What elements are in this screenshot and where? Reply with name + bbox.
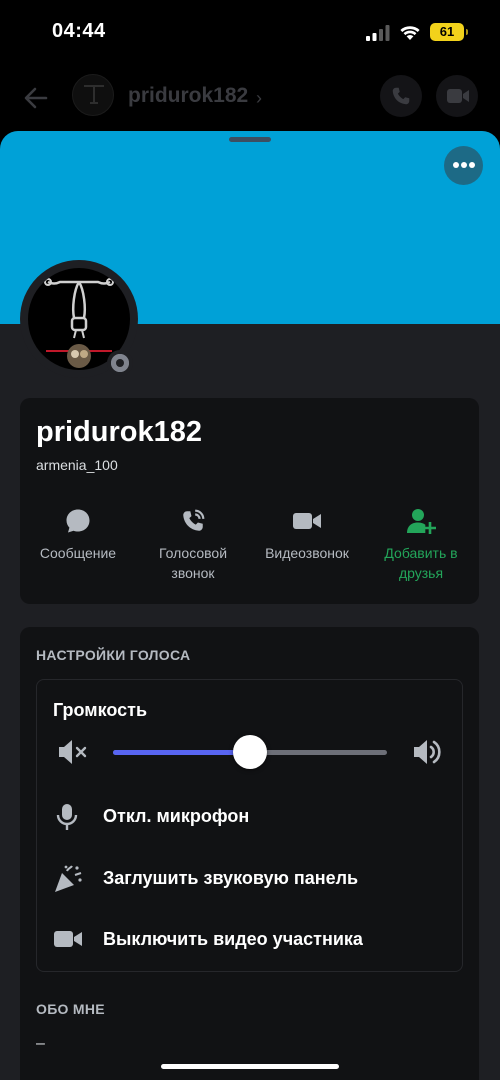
voice-settings-panel: Громкость Откл. микрофон Заглушить звуко…	[36, 679, 463, 972]
back-arrow-icon[interactable]	[22, 84, 50, 112]
more-dots-icon	[453, 162, 459, 168]
party-popper-icon	[55, 865, 82, 892]
volume-label: Громкость	[53, 700, 148, 720]
about-me-text: –	[36, 1035, 45, 1052]
mute-soundboard-label: Заглушить звуковую панель	[103, 868, 359, 888]
header-video-button[interactable]	[436, 75, 478, 117]
profile-actions: Сообщение Голосовой звонок Видеозвонок Д…	[20, 508, 479, 588]
sheet-grabber[interactable]	[229, 137, 271, 142]
chat-bubble-icon	[66, 509, 90, 533]
voice-call-label: Голосовой звонок	[158, 545, 228, 581]
username: armenia_100	[36, 457, 118, 473]
wifi-icon	[400, 26, 420, 40]
microphone-icon	[56, 804, 78, 830]
more-options-button[interactable]	[444, 146, 483, 185]
volume-slider[interactable]	[113, 735, 387, 769]
mute-microphone-label: Откл. микрофон	[103, 806, 250, 826]
video-call-button[interactable]: Видеозвонок	[250, 508, 364, 563]
battery-indicator: 61	[430, 23, 468, 41]
message-label: Сообщение	[39, 545, 117, 561]
phone-call-icon	[183, 509, 205, 531]
header-call-button[interactable]	[380, 75, 422, 117]
disable-video-option[interactable]: Выключить видео участника	[37, 920, 462, 960]
voice-settings-card: НАСТРОЙКИ ГОЛОСА Громкость Откл. микрофо…	[20, 627, 479, 1080]
display-name: pridurok182	[36, 416, 202, 448]
disable-video-label: Выключить видео участника	[103, 929, 363, 949]
mute-microphone-option[interactable]: Откл. микрофон	[37, 797, 462, 837]
volume-slider-thumb[interactable]	[233, 735, 267, 769]
header-avatar[interactable]	[72, 74, 114, 116]
home-indicator[interactable]	[161, 1064, 339, 1069]
offline-status-indicator	[107, 350, 133, 376]
profile-info-card: pridurok182 armenia_100 Сообщение Голосо…	[20, 398, 479, 604]
voice-call-button[interactable]: Голосовой звонок	[136, 508, 250, 583]
profile-sheet: pridurok182 armenia_100 Сообщение Голосо…	[0, 131, 500, 1080]
video-call-label: Видеозвонок	[265, 545, 349, 561]
cellular-signal-icon	[366, 25, 390, 41]
header-username[interactable]: pridurok182	[128, 84, 248, 108]
add-friend-label: Добавить в друзья	[384, 545, 458, 581]
speaker-loud-icon[interactable]	[412, 738, 444, 766]
volume-slider-fill	[113, 750, 250, 755]
header-chevron-icon: ›	[256, 88, 262, 108]
add-friend-icon	[407, 509, 436, 534]
voice-settings-title: НАСТРОЙКИ ГОЛОСА	[36, 647, 191, 663]
video-camera-icon	[293, 513, 321, 529]
about-me-title: ОБО МНЕ	[36, 1001, 105, 1017]
status-bar: 04:44 61	[0, 0, 500, 66]
video-camera-icon	[447, 89, 469, 103]
mute-soundboard-option[interactable]: Заглушить звуковую панель	[37, 859, 462, 899]
speaker-muted-icon[interactable]	[57, 738, 89, 766]
phone-call-icon	[392, 87, 410, 105]
add-friend-button[interactable]: Добавить в друзья	[364, 508, 478, 583]
message-button[interactable]: Сообщение	[21, 508, 135, 563]
video-camera-icon	[54, 931, 82, 947]
avatar-emblem-icon	[84, 85, 104, 104]
status-time: 04:44	[52, 20, 106, 42]
